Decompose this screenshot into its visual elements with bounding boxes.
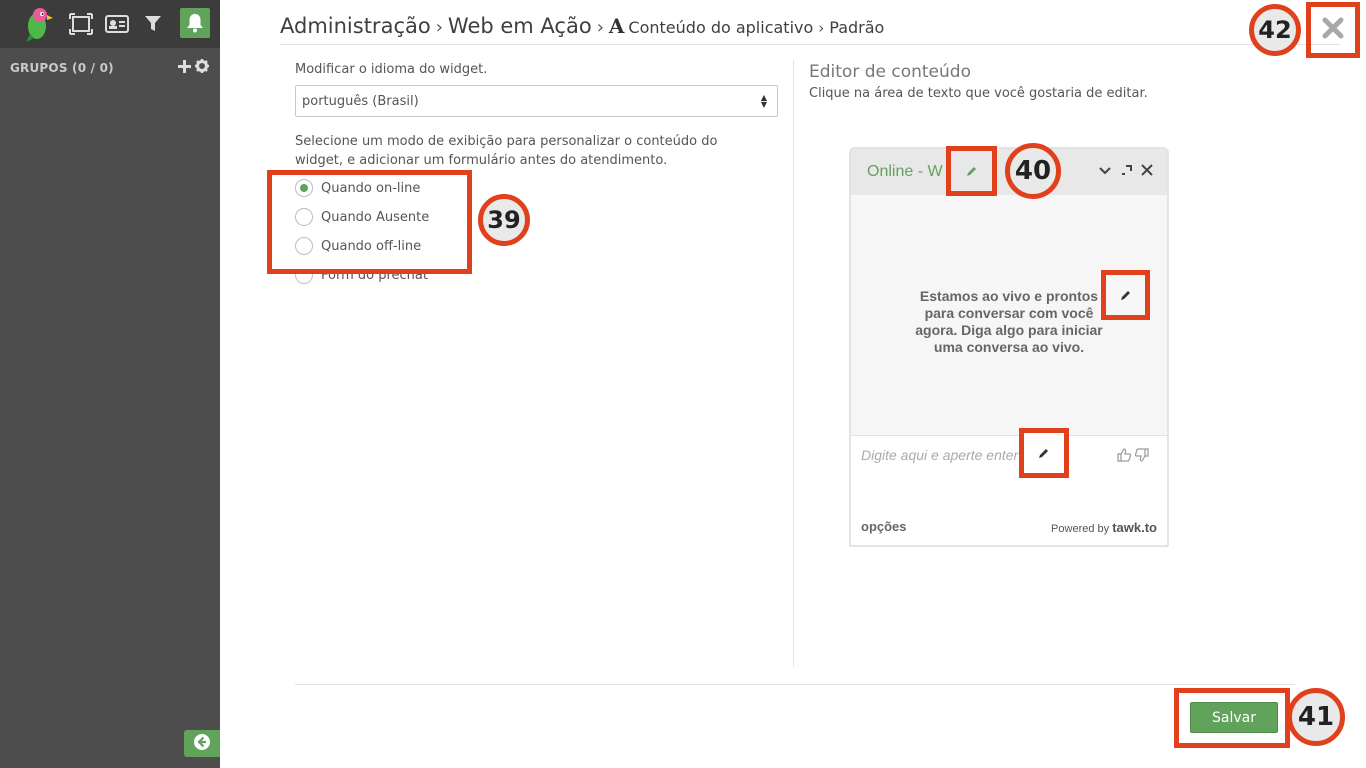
powered-by: Powered by tawk.to xyxy=(1051,520,1157,535)
language-label: Modificar o idioma do widget. xyxy=(295,62,488,77)
annotation-badge-42: 42 xyxy=(1249,4,1301,56)
breadcrumb-property[interactable]: Web em Ação xyxy=(448,14,592,38)
mode-description: Selecione um modo de exibição para perso… xyxy=(295,134,718,168)
brand-name[interactable]: tawk.to xyxy=(1112,520,1157,535)
rating-thumbs xyxy=(1117,447,1149,466)
annotation-badge-41: 41 xyxy=(1287,688,1345,746)
minimize-chevron-icon[interactable] xyxy=(1099,163,1111,179)
breadcrumb-default: Padrão xyxy=(829,18,885,37)
contact-card-icon[interactable] xyxy=(104,11,130,37)
breadcrumb-content[interactable]: Conteúdo do aplicativo xyxy=(628,18,813,37)
font-content-icon: A xyxy=(608,14,625,38)
groups-label: GRUPOS (0 / 0) xyxy=(10,61,114,75)
widget-welcome-message[interactable]: Estamos ao vivo e prontos para conversar… xyxy=(911,288,1107,356)
breadcrumb-separator: › xyxy=(818,19,825,37)
arrow-left-circle-icon xyxy=(193,733,211,755)
editor-title: Editor de conteúdo xyxy=(809,62,971,82)
column-divider xyxy=(793,60,794,667)
annotation-highlight-modes xyxy=(267,170,472,274)
thumbs-up-icon[interactable] xyxy=(1117,447,1132,466)
edit-placeholder-button[interactable] xyxy=(1019,428,1069,478)
widget-close-icon[interactable] xyxy=(1141,163,1153,179)
widget-status-text[interactable]: Online - W xyxy=(867,163,943,181)
group-actions xyxy=(178,58,209,77)
collapse-sidebar-button[interactable] xyxy=(184,730,220,757)
popout-icon[interactable] xyxy=(1121,163,1133,179)
sidebar-topbar xyxy=(0,0,220,48)
parrot-logo-icon[interactable] xyxy=(20,4,56,44)
widget-input-area[interactable]: Digite aqui e aperte enter opções Powere… xyxy=(851,435,1167,545)
save-button[interactable]: Salvar xyxy=(1190,702,1278,733)
edit-message-button[interactable] xyxy=(1101,270,1150,320)
close-button[interactable] xyxy=(1306,2,1360,58)
widget-options-link[interactable]: opções xyxy=(861,519,907,534)
edit-status-button[interactable] xyxy=(946,146,997,196)
widget-input-placeholder: Digite aqui e aperte enter xyxy=(861,447,1019,463)
select-arrows-icon: ▲ ▼ xyxy=(760,93,767,109)
filter-icon[interactable] xyxy=(140,11,166,37)
breadcrumb-admin[interactable]: Administração xyxy=(280,14,431,38)
settings-gear-icon[interactable] xyxy=(195,58,209,77)
language-select[interactable]: português (Brasil) ▲ ▼ xyxy=(295,85,778,117)
pencil-icon xyxy=(1038,444,1050,463)
notifications-bell-icon[interactable] xyxy=(180,8,210,38)
header-divider xyxy=(280,44,1340,45)
pencil-icon xyxy=(966,162,978,181)
widget-preview: Online - W Estamos ao vivo e prontos par… xyxy=(849,147,1169,547)
monitor-icon[interactable] xyxy=(68,11,94,37)
annotation-badge-40: 40 xyxy=(1005,143,1061,199)
thumbs-down-icon[interactable] xyxy=(1134,447,1149,466)
sidebar: GRUPOS (0 / 0) xyxy=(0,0,220,768)
breadcrumb-separator: › xyxy=(435,17,443,38)
language-select-value: português (Brasil) xyxy=(302,94,419,109)
highlight-mask xyxy=(272,264,467,269)
breadcrumb: Administração › Web em Ação › A Conteúdo… xyxy=(280,14,884,38)
close-icon xyxy=(1322,17,1344,43)
powered-by-text: Powered by xyxy=(1051,523,1110,535)
pencil-icon xyxy=(1120,286,1132,305)
editor-subtitle: Clique na área de texto que você gostari… xyxy=(809,86,1148,101)
add-group-plus-icon[interactable] xyxy=(178,58,191,77)
annotation-badge-39: 39 xyxy=(478,194,530,246)
footer-divider xyxy=(295,684,1295,685)
breadcrumb-separator: › xyxy=(596,17,604,38)
